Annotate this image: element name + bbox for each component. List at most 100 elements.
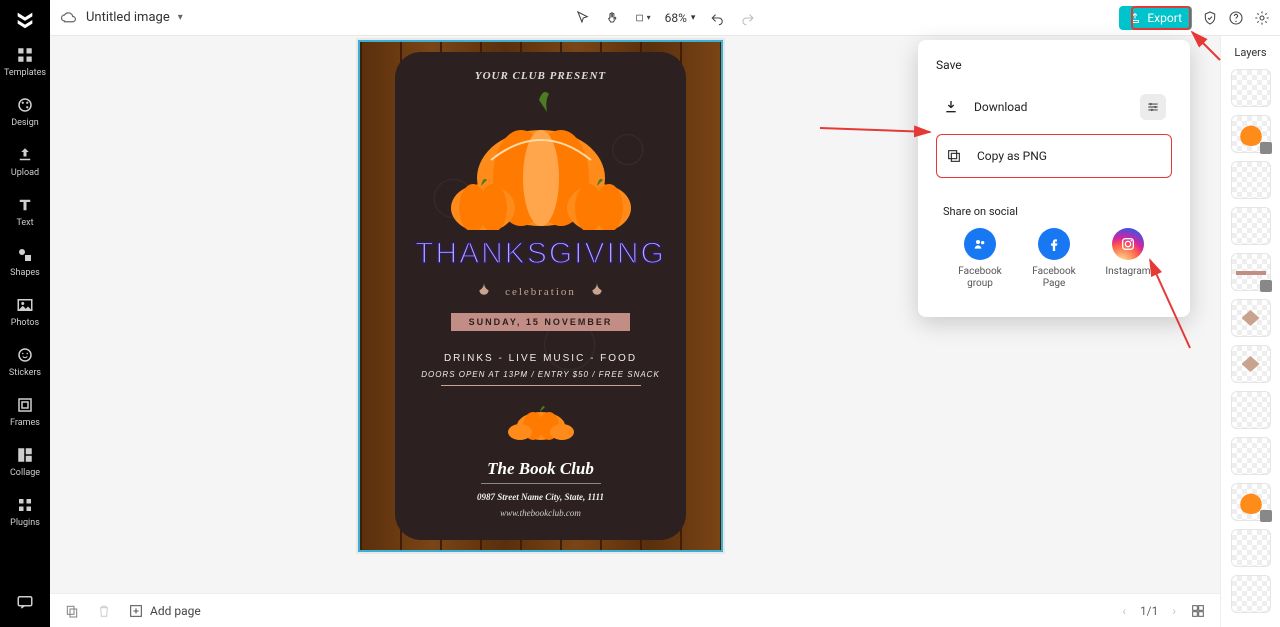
left-sidebar: Templates Design Upload Text Shapes Phot… — [0, 0, 50, 627]
sidebar-item-text[interactable]: Text — [0, 196, 50, 228]
leaf-left-icon — [473, 281, 495, 303]
facebook-group-icon — [964, 228, 996, 260]
add-page-button[interactable]: Add page — [128, 603, 201, 619]
prev-page-icon[interactable]: ‹ — [1122, 604, 1126, 618]
layer-thumb[interactable] — [1231, 437, 1271, 475]
download-settings-button[interactable] — [1140, 94, 1166, 120]
layer-thumb[interactable] — [1231, 161, 1271, 199]
sidebar-item-collage[interactable]: Collage — [0, 446, 50, 478]
share-instagram[interactable]: Instagram — [1098, 228, 1158, 290]
instagram-icon — [1112, 228, 1144, 260]
help-icon[interactable] — [1228, 10, 1244, 26]
page-grid-icon[interactable] — [1190, 603, 1206, 619]
share-heading: Share on social — [943, 205, 1165, 218]
layer-thumb[interactable] — [1231, 575, 1271, 613]
sidebar-item-upload[interactable]: Upload — [0, 146, 50, 178]
share-facebook-group[interactable]: Facebook group — [950, 228, 1010, 290]
hand-tool-icon[interactable] — [605, 10, 621, 26]
title-chevron-down-icon[interactable]: ▾ — [178, 12, 183, 23]
layer-thumb[interactable] — [1231, 69, 1271, 107]
sidebar-item-stickers[interactable]: Stickers — [0, 346, 50, 378]
flyer-card: YOUR CLUB PRESENT THANKSGIV — [395, 52, 686, 540]
export-icon — [1129, 12, 1141, 24]
shield-icon[interactable] — [1202, 10, 1218, 26]
flyer-date-badge: SUNDAY, 15 NOVEMBER — [451, 313, 631, 331]
copy-icon — [945, 147, 963, 165]
shapes-icon — [16, 246, 34, 264]
templates-icon — [16, 46, 34, 64]
flyer-website: www.thebookclub.com — [413, 508, 668, 518]
cursor-tool-icon[interactable] — [575, 10, 591, 26]
sidebar-item-plugins[interactable]: Plugins — [0, 496, 50, 528]
add-page-icon — [128, 603, 144, 619]
flyer-divider — [441, 385, 641, 386]
crop-tool-icon[interactable]: ▾ — [635, 10, 651, 26]
sidebar-item-label: Shapes — [10, 268, 40, 278]
flyer-address: 0987 Street Name City, State, 1111 — [413, 492, 668, 502]
sidebar-item-frames[interactable]: Frames — [0, 396, 50, 428]
sidebar-feedback-icon[interactable] — [16, 593, 34, 615]
facebook-icon — [1038, 228, 1070, 260]
download-option[interactable]: Download — [936, 84, 1172, 130]
sidebar-item-label: Upload — [11, 168, 39, 178]
flyer-club-name: The Book Club — [413, 459, 668, 479]
download-icon — [942, 98, 960, 116]
pumpkin-graphic — [431, 90, 651, 230]
plugins-icon — [16, 496, 34, 514]
app-logo[interactable] — [13, 8, 37, 32]
export-label: Export — [1147, 11, 1182, 25]
sidebar-item-label: Design — [11, 118, 39, 128]
mini-pumpkin-graphic — [502, 398, 580, 440]
page-indicator: 1/1 — [1140, 604, 1158, 618]
layer-thumb-pumpkin[interactable] — [1231, 483, 1271, 521]
cloud-sync-icon[interactable] — [60, 9, 78, 27]
document-title[interactable]: Untitled image — [86, 10, 170, 25]
design-page[interactable]: YOUR CLUB PRESENT THANKSGIV — [358, 40, 723, 552]
sidebar-item-design[interactable]: Design — [0, 96, 50, 128]
zoom-level[interactable]: 68% ▾ — [665, 11, 696, 25]
export-popover: Save Download Copy as PNG Share on socia… — [918, 40, 1190, 317]
layer-thumb[interactable] — [1231, 391, 1271, 429]
duplicate-page-icon[interactable] — [64, 603, 80, 619]
copy-png-label: Copy as PNG — [977, 149, 1047, 163]
top-toolbar: Untitled image ▾ ▾ 68% ▾ Export — [50, 0, 1280, 36]
popover-save-heading: Save — [936, 58, 1172, 72]
flyer-present-text: YOUR CLUB PRESENT — [413, 70, 668, 82]
sidebar-item-templates[interactable]: Templates — [0, 46, 50, 78]
layers-panel: Layers — [1220, 36, 1280, 627]
flyer-info2: DOORS OPEN AT 13PM / ENTRY $50 / FREE SN… — [413, 370, 668, 379]
layer-thumb-leaf[interactable] — [1231, 299, 1271, 337]
layer-thumb[interactable] — [1231, 207, 1271, 245]
export-button[interactable]: Export — [1119, 6, 1192, 30]
text-icon — [16, 196, 34, 214]
share-facebook-page[interactable]: Facebook Page — [1024, 228, 1084, 290]
sidebar-item-label: Frames — [10, 418, 40, 428]
undo-icon[interactable] — [709, 10, 725, 26]
copy-as-png-option[interactable]: Copy as PNG — [936, 134, 1172, 178]
stickers-icon — [16, 346, 34, 364]
sidebar-item-label: Stickers — [9, 368, 41, 378]
photos-icon — [16, 296, 34, 314]
add-page-label: Add page — [150, 604, 201, 618]
layer-thumb-strip[interactable] — [1231, 253, 1271, 291]
sidebar-item-label: Collage — [10, 468, 40, 478]
settings-icon[interactable] — [1254, 10, 1270, 26]
flyer-divider2 — [481, 483, 601, 484]
flyer-title: THANKSGIVING — [413, 237, 668, 271]
layer-thumb-pumpkin[interactable] — [1231, 115, 1271, 153]
redo-icon[interactable] — [739, 10, 755, 26]
upload-icon — [16, 146, 34, 164]
sidebar-item-photos[interactable]: Photos — [0, 296, 50, 328]
layer-thumb[interactable] — [1231, 529, 1271, 567]
layer-thumb-leaf[interactable] — [1231, 345, 1271, 383]
collage-icon — [16, 446, 34, 464]
share-on-social-section: Share on social Facebook group Facebook … — [936, 194, 1172, 297]
next-page-icon[interactable]: › — [1172, 604, 1176, 618]
share-label: Facebook group — [950, 266, 1010, 290]
sidebar-item-label: Plugins — [10, 518, 40, 528]
sidebar-item-label: Text — [16, 218, 33, 228]
sidebar-item-label: Templates — [4, 68, 46, 78]
sidebar-item-shapes[interactable]: Shapes — [0, 246, 50, 278]
delete-page-icon[interactable] — [96, 603, 112, 619]
sidebar-item-label: Photos — [11, 318, 39, 328]
